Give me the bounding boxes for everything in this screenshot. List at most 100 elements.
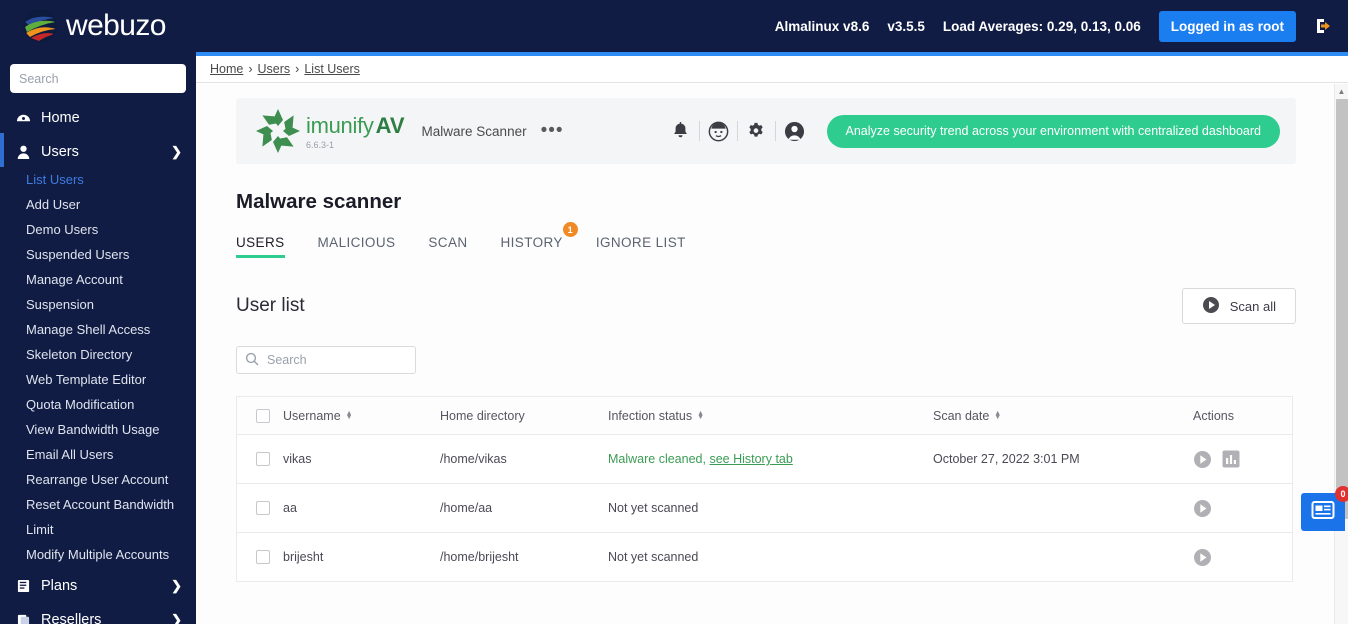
sidebar-subitem-email-all-users[interactable]: Email All Users	[0, 442, 196, 467]
avatar-icon[interactable]	[776, 116, 813, 146]
sidebar-subitem-skeleton-directory[interactable]: Skeleton Directory	[0, 342, 196, 367]
sidebar-search-wrapper	[0, 52, 196, 99]
sidebar-subitem-manage-shell-access[interactable]: Manage Shell Access	[0, 317, 196, 342]
imunify-version: 6.6.3-1	[306, 140, 405, 150]
row-select-cell	[237, 501, 283, 515]
start-scan-icon[interactable]	[1193, 499, 1212, 518]
cell-home-directory: /home/brijesht	[440, 550, 608, 564]
sidebar-subitem-add-user[interactable]: Add User	[0, 192, 196, 217]
tab-scan[interactable]: SCAN	[428, 235, 467, 258]
sort-infection-status[interactable]: Infection status ▲▼	[608, 409, 704, 423]
logout-icon[interactable]	[1314, 16, 1334, 36]
sidebar-item-users[interactable]: Users ❯	[0, 136, 196, 167]
imunify-icon-group	[662, 116, 813, 146]
row-checkbox[interactable]	[256, 550, 270, 564]
tab-history[interactable]: HISTORY 1	[501, 235, 563, 258]
logged-in-button[interactable]: Logged in as root	[1159, 11, 1296, 42]
table-row[interactable]: vikas /home/vikas Malware cleaned, see H…	[237, 435, 1292, 484]
row-checkbox[interactable]	[256, 452, 270, 466]
sidebar-item-plans[interactable]: Plans ❯	[0, 570, 196, 601]
chevron-right-icon: ❯	[171, 612, 182, 624]
content-scrollbar[interactable]: ▲	[1334, 84, 1348, 624]
scan-all-button[interactable]: Scan all	[1182, 288, 1296, 324]
tab-users[interactable]: USERS	[236, 235, 285, 258]
breadcrumb: Home › Users › List Users	[196, 56, 1348, 83]
status-text: Malware cleaned,	[608, 452, 706, 466]
scan-all-label: Scan all	[1230, 299, 1276, 314]
sidebar-item-resellers[interactable]: Resellers ❯	[0, 604, 196, 624]
select-all-cell	[237, 409, 283, 423]
table-search-wrapper	[236, 346, 416, 374]
sidebar-item-home-label: Home	[41, 110, 80, 126]
sidebar-item-resellers-label: Resellers	[41, 612, 101, 624]
brand-name: webuzo	[66, 9, 166, 43]
start-scan-icon[interactable]	[1193, 450, 1212, 469]
sidebar-subitem-suspension[interactable]: Suspension	[0, 292, 196, 317]
cell-home-directory: /home/vikas	[440, 452, 608, 466]
sidebar-subitem-reset-account-bandwidth[interactable]: Reset Account Bandwidth	[0, 492, 196, 517]
table-row[interactable]: aa /home/aa Not yet scanned	[237, 484, 1292, 533]
cell-actions	[1193, 499, 1292, 518]
support-face-icon[interactable]	[700, 116, 737, 146]
select-all-checkbox[interactable]	[256, 409, 270, 423]
sidebar-subitem-view-bandwidth-usage[interactable]: View Bandwidth Usage	[0, 417, 196, 442]
bell-icon[interactable]	[662, 116, 699, 146]
column-infection-status-label: Infection status	[608, 409, 692, 423]
column-actions: Actions	[1193, 409, 1292, 423]
sidebar-search-input[interactable]	[10, 64, 186, 93]
sidebar-subitem-demo-users[interactable]: Demo Users	[0, 217, 196, 242]
sidebar-subitem-suspended-users[interactable]: Suspended Users	[0, 242, 196, 267]
sidebar-subitem-manage-account[interactable]: Manage Account	[0, 267, 196, 292]
sidebar-subitem-web-template-editor[interactable]: Web Template Editor	[0, 367, 196, 392]
sort-scan-date[interactable]: Scan date ▲▼	[933, 409, 1001, 423]
main-content: Home › Users › List Users	[196, 56, 1348, 624]
sidebar-subitem-list-users[interactable]: List Users	[0, 167, 196, 192]
row-select-cell	[237, 452, 283, 466]
tab-history-label: HISTORY	[501, 235, 563, 250]
scrollbar-thumb[interactable]	[1336, 99, 1348, 519]
imunify-section-label: Malware Scanner	[422, 124, 527, 139]
cell-actions	[1193, 450, 1292, 469]
brand-logo-area[interactable]: webuzo	[22, 8, 166, 44]
scrollable-content: imunify AV 6.6.3-1 Malware Scanner •••	[196, 84, 1348, 624]
breadcrumb-list-users[interactable]: List Users	[304, 62, 360, 76]
sidebar-subitem-modify-multiple-accounts[interactable]: Modify Multiple Accounts	[0, 542, 196, 567]
os-version-label: Almalinux v8.6	[775, 19, 870, 34]
panel-version-label: v3.5.5	[887, 19, 925, 34]
resellers-icon	[14, 613, 32, 624]
topbar-right-group: Almalinux v8.6 v3.5.5 Load Averages: 0.2…	[775, 11, 1334, 42]
sort-icon: ▲▼	[697, 412, 704, 420]
sidebar-item-home[interactable]: Home	[0, 102, 196, 133]
tab-ignore-list[interactable]: IGNORE LIST	[596, 235, 686, 258]
breadcrumb-users[interactable]: Users	[258, 62, 291, 76]
news-feed-widget[interactable]: 0	[1301, 493, 1345, 531]
breadcrumb-separator: ›	[248, 62, 252, 76]
see-history-tab-link[interactable]: see History tab	[709, 452, 792, 466]
table-search-input[interactable]	[236, 346, 416, 374]
sidebar-subitem-quota-modification[interactable]: Quota Modification	[0, 392, 196, 417]
cell-scan-date: October 27, 2022 3:01 PM	[933, 452, 1193, 466]
table-row[interactable]: brijesht /home/brijesht Not yet scanned	[237, 533, 1292, 582]
user-list-header: User list Scan all	[236, 288, 1296, 324]
breadcrumb-home[interactable]: Home	[210, 62, 243, 76]
search-icon	[245, 352, 259, 371]
cell-infection-status: Not yet scanned	[608, 550, 933, 564]
webuzo-logo-icon	[22, 8, 58, 44]
centralized-dashboard-cta[interactable]: Analyze security trend across your envir…	[827, 115, 1281, 148]
sidebar-subitem-rearrange-user-account[interactable]: Rearrange User Account	[0, 467, 196, 492]
scroll-up-arrow-icon[interactable]: ▲	[1335, 84, 1348, 99]
gear-icon[interactable]	[738, 116, 775, 146]
row-checkbox[interactable]	[256, 501, 270, 515]
start-scan-icon[interactable]	[1193, 548, 1212, 567]
imunify-header-bar: imunify AV 6.6.3-1 Malware Scanner •••	[236, 98, 1296, 164]
sort-username[interactable]: Username ▲▼	[283, 409, 353, 423]
tab-history-badge: 1	[563, 222, 578, 237]
page-title: Malware scanner	[236, 190, 1296, 214]
user-icon	[14, 145, 32, 159]
more-options-icon[interactable]: •••	[541, 126, 564, 136]
sidebar-subitem-limit[interactable]: Limit	[0, 517, 196, 542]
view-report-icon[interactable]	[1222, 450, 1240, 468]
column-infection-status: Infection status ▲▼	[608, 409, 933, 423]
tab-malicious[interactable]: MALICIOUS	[318, 235, 396, 258]
load-averages-label: Load Averages: 0.29, 0.13, 0.06	[943, 19, 1141, 34]
